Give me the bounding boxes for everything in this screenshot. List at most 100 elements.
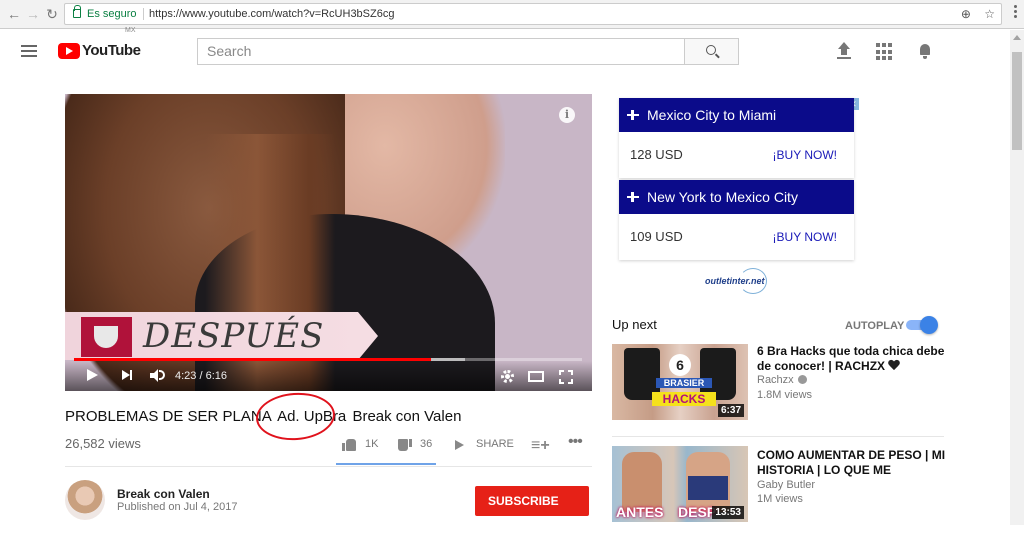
scrollbar-thumb[interactable] — [1012, 52, 1022, 150]
ad-route[interactable]: New York to Mexico City — [619, 180, 854, 214]
verified-icon — [797, 375, 807, 384]
dislike-count[interactable]: 36 — [420, 438, 432, 450]
browser-menu-icon[interactable] — [1014, 5, 1018, 21]
region-label: MX — [125, 27, 136, 34]
hamburger-menu-icon[interactable] — [21, 45, 37, 57]
search-input[interactable]: Search — [197, 38, 685, 65]
thumb-badge-text1: BRASIER — [656, 378, 712, 388]
published-date: Published on Jul 4, 2017 — [117, 501, 238, 513]
apps-grid-icon[interactable] — [876, 43, 894, 61]
address-bar[interactable]: Es seguro https://www.youtube.com/watch?… — [64, 3, 1002, 25]
flight-ad-1[interactable]: Mexico City to Miami 128 USD ¡BUY NOW! — [619, 98, 854, 178]
recommendation-title-text: 6 Bra Hacks que toda chica debe de conoc… — [757, 344, 945, 373]
notifications-bell-icon[interactable] — [917, 43, 935, 61]
sentiment-bar — [336, 463, 436, 465]
flight-ad-2[interactable]: New York to Mexico City 109 USD ¡BUY NOW… — [619, 180, 854, 260]
recommendation-title[interactable]: 6 Bra Hacks que toda chica debe de conoc… — [757, 344, 947, 374]
ad-body: 128 USD ¡BUY NOW! — [619, 132, 854, 178]
dislike-icon[interactable] — [398, 439, 412, 451]
recommendation-thumbnail[interactable]: ANTES DESP 13:53 — [612, 446, 748, 522]
video-overlay-banner: DESPUÉS — [65, 312, 378, 360]
channel-avatar[interactable] — [65, 480, 105, 520]
zoom-icon[interactable]: ⊕ — [961, 7, 971, 21]
airplane-icon — [627, 109, 639, 121]
logo-text: YouTube — [82, 42, 141, 59]
add-to-playlist-icon[interactable]: ≡+ — [531, 437, 550, 455]
up-next-divider — [612, 436, 944, 437]
settings-gear-icon[interactable] — [501, 370, 514, 383]
ad-price: 128 USD — [630, 147, 683, 162]
secure-label: Es seguro — [87, 8, 137, 20]
like-icon[interactable] — [342, 439, 356, 451]
video-title-part1: PROBLEMAS DE SER PLANA — [65, 408, 271, 425]
annotation-circle — [254, 390, 337, 443]
ad-price: 109 USD — [630, 229, 683, 244]
ad-route-text: New York to Mexico City — [647, 189, 798, 205]
fullscreen-icon[interactable] — [559, 370, 573, 384]
thumb-badge-text2: DESP — [678, 504, 717, 520]
scroll-up-arrow-icon[interactable] — [1013, 35, 1021, 40]
play-icon[interactable] — [87, 369, 98, 381]
upload-icon-base — [837, 57, 851, 59]
recommendation-views: 1M views — [757, 493, 803, 505]
ad-route[interactable]: Mexico City to Miami — [619, 98, 854, 132]
time-display: 4:23 / 6:16 — [175, 370, 227, 382]
black-heart-icon — [888, 360, 900, 371]
video-player[interactable]: i DESPUÉS 4:23 / 6:16 — [65, 94, 592, 391]
like-count[interactable]: 1K — [365, 438, 378, 450]
recommendation-views: 1.8M views — [757, 389, 813, 401]
back-arrow-icon[interactable]: ← — [6, 6, 22, 22]
recommendation-channel[interactable]: Rachzx — [757, 374, 807, 386]
volume-wave-icon — [159, 370, 165, 380]
next-icon[interactable] — [122, 370, 132, 380]
channel-logo-icon — [81, 317, 132, 357]
forward-arrow-icon[interactable]: → — [25, 6, 41, 22]
recommendation-item[interactable]: 6 BRASIER HACKS 6:37 6 Bra Hacks que tod… — [612, 344, 944, 422]
omnibox-actions: ⊕ ☆ — [961, 4, 995, 24]
search-button[interactable] — [684, 38, 739, 65]
recommendation-item[interactable]: ANTES DESP 13:53 COMO AUMENTAR DE PESO |… — [612, 446, 947, 526]
info-icon[interactable]: i — [559, 107, 575, 123]
view-count: 26,582 views — [65, 436, 141, 451]
overlay-text: DESPUÉS — [143, 316, 325, 356]
up-next-heading: Up next — [612, 317, 657, 332]
ad-buy-now-link[interactable]: ¡BUY NOW! — [773, 132, 837, 178]
ad-buy-now-link[interactable]: ¡BUY NOW! — [773, 214, 837, 260]
thumb-badge-text1: ANTES — [616, 504, 664, 520]
share-label[interactable]: SHARE — [476, 438, 514, 450]
subscribe-label: SUBSCRIBE — [488, 494, 559, 508]
subscribe-button[interactable]: SUBSCRIBE 58K — [475, 486, 589, 538]
autoplay-toggle[interactable] — [906, 316, 938, 334]
ad-brand-swoosh-icon — [739, 268, 767, 294]
recommendation-thumbnail[interactable]: 6 BRASIER HACKS 6:37 — [612, 344, 748, 420]
more-actions-icon[interactable]: ••• — [568, 433, 583, 451]
video-title-part2: Break con Valen — [352, 408, 462, 425]
share-icon[interactable] — [455, 440, 464, 450]
recommendation-title[interactable]: COMO AUMENTAR DE PESO | MI HISTORIA | LO… — [757, 448, 947, 478]
lock-icon — [73, 5, 81, 18]
duration-badge: 6:37 — [717, 404, 744, 417]
thumb-badge-text2: HACKS — [652, 392, 716, 406]
recommendation-channel-name: Rachzx — [757, 374, 794, 386]
info-divider — [65, 466, 592, 467]
youtube-masthead: YouTube MX Search — [0, 27, 1010, 72]
search-icon — [706, 45, 716, 55]
airplane-icon — [627, 191, 639, 203]
browser-toolbar: ← → ↻ Es seguro https://www.youtube.com/… — [0, 0, 1024, 29]
bookmark-star-icon[interactable]: ☆ — [984, 7, 995, 21]
ad-route-text: Mexico City to Miami — [647, 107, 777, 123]
player-controls: 4:23 / 6:16 — [65, 361, 592, 391]
autoplay-label: AUTOPLAY — [845, 320, 905, 332]
url-text[interactable]: https://www.youtube.com/watch?v=RcUH3bSZ… — [149, 4, 394, 24]
channel-name[interactable]: Break con Valen — [117, 487, 210, 501]
omnibox-separator — [143, 8, 144, 20]
recommendation-channel[interactable]: Gaby Butler — [757, 479, 815, 491]
ad-body: 109 USD ¡BUY NOW! — [619, 214, 854, 260]
theater-mode-icon[interactable] — [528, 371, 544, 382]
duration-badge: 13:53 — [712, 506, 744, 519]
reload-icon[interactable]: ↻ — [44, 6, 60, 22]
subscriber-count: 58K — [494, 524, 517, 538]
thumb-badge-number: 6 — [669, 354, 691, 376]
page-scrollbar[interactable] — [1010, 30, 1024, 525]
youtube-play-icon — [58, 43, 80, 59]
